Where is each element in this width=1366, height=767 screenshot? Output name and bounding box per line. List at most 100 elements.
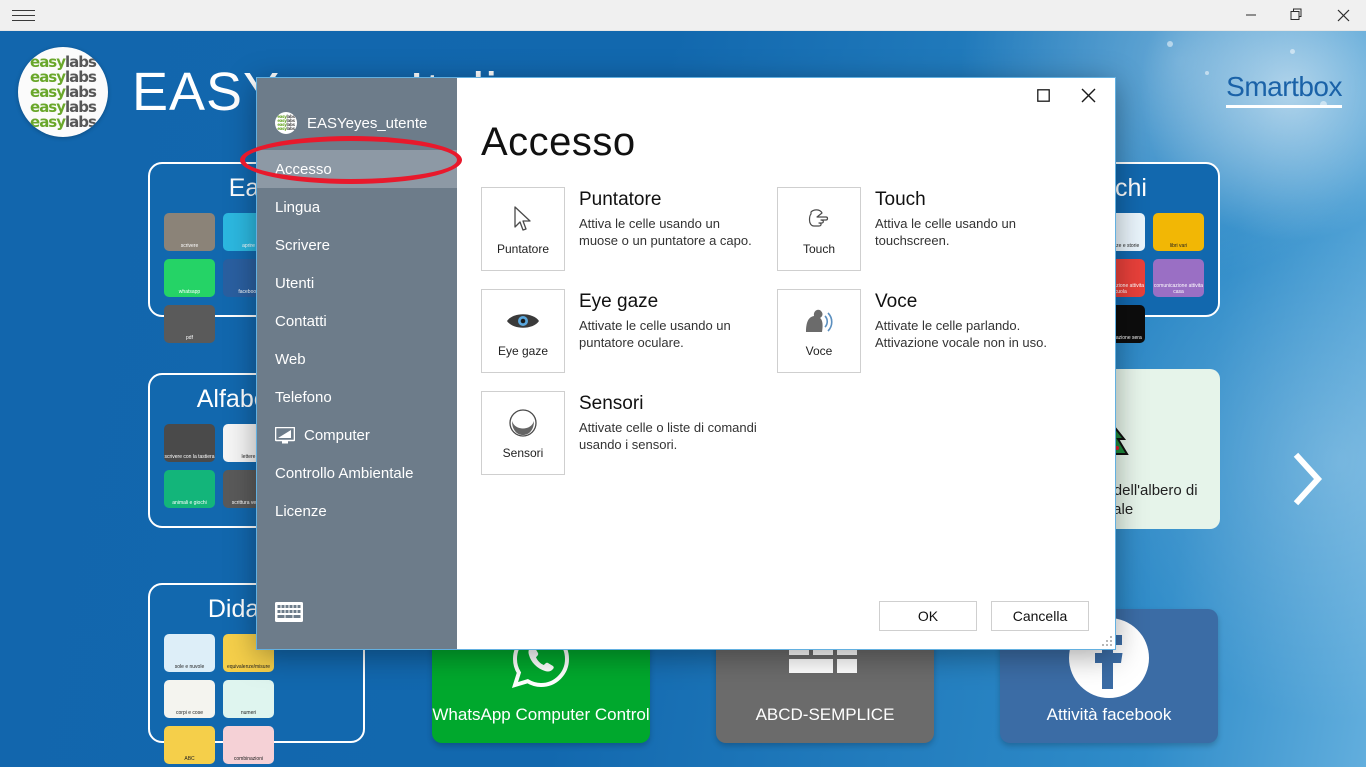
option-heading: Touch (875, 189, 926, 210)
sidebar-item-accesso[interactable]: Accesso (257, 150, 457, 188)
option-heading: Sensori (579, 393, 644, 414)
dialog-title: Accesso (481, 120, 636, 164)
tile-label: ABC (184, 756, 195, 762)
option-description: Attiva le celle usando un touchscreen. (875, 216, 1016, 248)
sparkle (1205, 71, 1209, 75)
option-icon-tile[interactable]: Puntatore (481, 187, 565, 271)
sidebar-item-label: Telefono (275, 388, 332, 406)
option-heading: Puntatore (579, 189, 662, 210)
dialog-close-button[interactable] (1066, 80, 1111, 110)
easylabs-logo: easylabs easylabs easylabs easylabs easy… (18, 47, 108, 137)
option-text: Voce Attivate le celle parlando. Attivaz… (875, 289, 1055, 373)
tile-label: lettere (241, 454, 256, 460)
ok-button[interactable]: OK (879, 601, 977, 631)
dialog-sidebar: easylabs easylabs easylabs easylabs EASY… (257, 78, 457, 649)
dialog-footer: OK Cancella (457, 601, 1115, 649)
sidebar-item-scrivere[interactable]: Scrivere (257, 226, 457, 264)
resize-grip[interactable] (1100, 634, 1112, 646)
tile[interactable]: scrivere con la tastiera (164, 424, 215, 462)
tile[interactable]: corpi e cose (164, 680, 215, 718)
option-description: Attivate celle o liste di comandi usando… (579, 420, 757, 452)
option-text: Touch Attiva le celle usando un touchscr… (875, 187, 1055, 271)
sidebar-item-lingua[interactable]: Lingua (257, 188, 457, 226)
hamburger-menu-icon[interactable] (0, 0, 46, 31)
sidebar-item-label: Utenti (275, 274, 315, 292)
sidebar-item-label: Web (275, 350, 306, 368)
sidebar-item-utenti[interactable]: Utenti (257, 264, 457, 302)
tile[interactable]: libri vari (1153, 213, 1204, 251)
sidebar-item-label: Controllo Ambientale (275, 464, 414, 482)
sidebar-item-telefono[interactable]: Telefono (257, 378, 457, 416)
option-voce[interactable]: Voce Voce Attivate le celle parlando. At… (777, 289, 1073, 373)
bigtile-label: ABCD-SEMPLICE (755, 705, 895, 724)
keyboard-icon[interactable] (275, 602, 303, 627)
smartbox-logo: Smartbox (1226, 71, 1342, 108)
option-puntatore[interactable]: Puntatore Puntatore Attiva le celle usan… (481, 187, 777, 271)
sidebar-user-label: EASYeyes_utente (307, 114, 428, 132)
sidebar-item-label: Computer (304, 426, 370, 444)
dialog-caption-bar (457, 78, 1115, 112)
sidebar-item-label: Scrivere (275, 236, 331, 254)
option-description: Attiva le celle usando un muose o un pun… (579, 216, 752, 248)
option-icon-caption: Eye gaze (497, 344, 549, 358)
tile-label: comunicazione attivita casa (1153, 283, 1204, 295)
sidebar-item-licenze[interactable]: Licenze (257, 492, 457, 530)
window-restore-button[interactable] (1274, 0, 1320, 31)
settings-dialog: easylabs easylabs easylabs easylabs EASY… (256, 77, 1116, 650)
option-icon-tile[interactable]: Touch (777, 187, 861, 271)
next-page-chevron-icon[interactable] (1290, 451, 1326, 512)
sidebar-item-controllo-ambientale[interactable]: Controllo Ambientale (257, 454, 457, 492)
option-heading: Voce (875, 291, 918, 312)
option-description: Attivate le celle usando un puntatore oc… (579, 318, 731, 350)
option-sensori[interactable]: Sensori Sensori Attivate celle o liste d… (481, 391, 777, 475)
sidebar-item-web[interactable]: Web (257, 340, 457, 378)
option-icon-tile[interactable]: Sensori (481, 391, 565, 475)
tile-label: aprire (242, 243, 255, 249)
tile-label: numeri (240, 710, 257, 716)
tile[interactable]: whatsapp (164, 259, 215, 297)
option-icon-caption: Sensori (502, 446, 544, 460)
speaking-head-icon (802, 304, 836, 338)
tile-label: whatsapp (178, 289, 201, 295)
tile[interactable]: sole e nuvole (164, 634, 215, 672)
option-text: Puntatore Attiva le celle usando un muos… (579, 187, 759, 271)
sidebar-item-contatti[interactable]: Contatti (257, 302, 457, 340)
cancel-button[interactable]: Cancella (991, 601, 1089, 631)
tile[interactable]: comunicazione attivita casa (1153, 259, 1204, 297)
tile-label: combinazioni (233, 756, 264, 762)
tile-label: scrivere con la tastiera (164, 454, 215, 460)
sidebar-item-label: Contatti (275, 312, 327, 330)
smartbox-logo-text: Smartbox (1226, 71, 1342, 108)
option-text: Eye gaze Attivate le celle usando un pun… (579, 289, 759, 373)
tile-label: equivalenze/misure (226, 664, 271, 670)
mouse-pointer-icon (512, 202, 534, 236)
tile-label: sole e nuvole (174, 664, 205, 670)
option-eye-gaze[interactable]: Eye gaze Eye gaze Attivate le celle usan… (481, 289, 777, 373)
option-heading: Eye gaze (579, 291, 659, 312)
tile[interactable]: scrivere (164, 213, 215, 251)
option-icon-tile[interactable]: Eye gaze (481, 289, 565, 373)
tile[interactable]: ABC (164, 726, 215, 764)
tile[interactable]: animali e giochi (164, 470, 215, 508)
option-icon-tile[interactable]: Voce (777, 289, 861, 373)
sidebar-item-label: Accesso (275, 160, 332, 178)
tile[interactable]: combinazioni (223, 726, 274, 764)
option-icon-caption: Voce (805, 344, 833, 358)
monitor-icon (275, 426, 295, 444)
option-touch[interactable]: Touch Touch Attiva le celle usando un to… (777, 187, 1073, 271)
tile[interactable]: pdf (164, 305, 215, 343)
tile-label: animali e giochi (172, 500, 207, 506)
sparkle (1290, 49, 1295, 54)
bigtile-label: Attività facebook (1046, 705, 1172, 724)
window-minimize-button[interactable] (1228, 0, 1274, 31)
window-close-button[interactable] (1320, 0, 1366, 31)
tile-label: scrivere (180, 243, 199, 249)
option-text: Sensori Attivate celle o liste di comand… (579, 391, 759, 475)
dialog-restore-button[interactable] (1021, 80, 1066, 110)
sidebar-item-computer[interactable]: Computer (257, 416, 457, 454)
sidebar-item-label: Licenze (275, 502, 327, 520)
sidebar-user[interactable]: easylabs easylabs easylabs easylabs EASY… (257, 106, 457, 140)
bigtile-label: WhatsApp Computer Control (432, 705, 650, 724)
tile[interactable]: numeri (223, 680, 274, 718)
option-icon-caption: Touch (802, 242, 836, 256)
